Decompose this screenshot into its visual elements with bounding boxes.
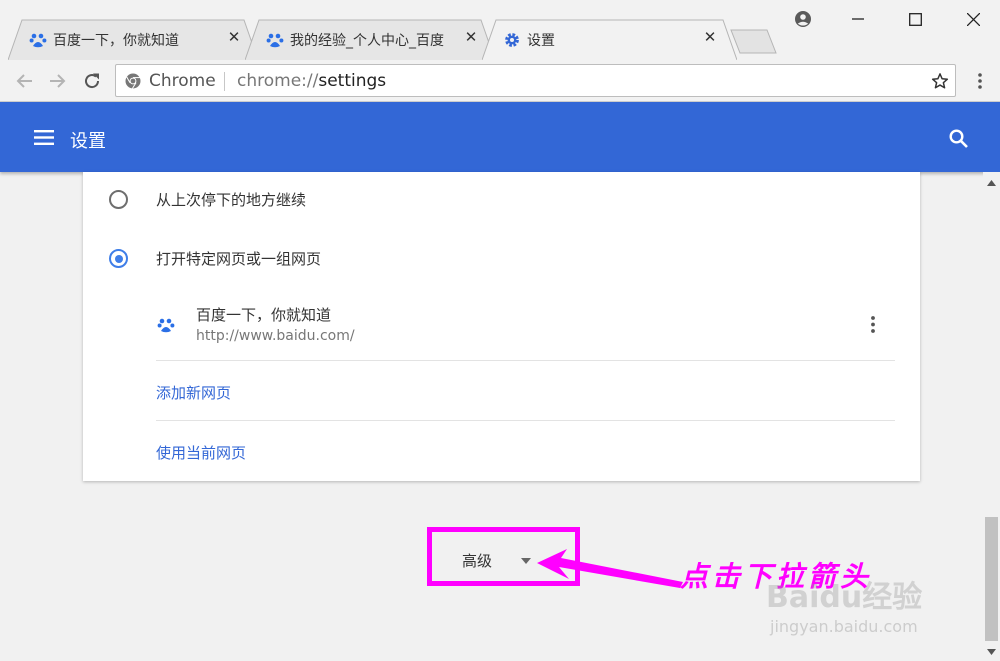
omnibox-chip-label: Chrome: [149, 71, 216, 91]
omnibox-url[interactable]: chrome://settings: [237, 71, 386, 91]
radio-continue[interactable]: [109, 190, 128, 209]
tab-baidu-home[interactable]: 百度一下，你就知道 ✕: [8, 19, 258, 60]
close-icon: [966, 12, 980, 26]
scrollbar-thumb[interactable]: [985, 517, 998, 641]
use-current-pages-link[interactable]: 使用当前网页: [156, 442, 246, 463]
chrome-logo-icon: [125, 73, 141, 89]
minimize-icon: [852, 18, 864, 20]
forward-button[interactable]: [44, 68, 72, 94]
reload-button[interactable]: [78, 68, 106, 94]
page-title: 设置: [70, 131, 106, 152]
scroll-up-arrow-icon[interactable]: [987, 180, 996, 186]
tab-title: 百度一下，你就知道: [53, 33, 179, 49]
hamburger-menu-icon[interactable]: [34, 130, 54, 145]
address-bar[interactable]: Chrome chrome://settings: [115, 64, 956, 97]
back-button[interactable]: [10, 68, 38, 94]
chrome-menu-button[interactable]: [966, 68, 994, 94]
omnibox-separator: [224, 72, 225, 91]
settings-header: 设置: [0, 102, 1000, 172]
url-scheme: chrome://: [237, 71, 319, 91]
radio-selected-dot: [114, 254, 123, 263]
baidu-paw-icon: [266, 33, 284, 48]
radio-specific-pages[interactable]: [109, 249, 128, 268]
annotation-arrow: [537, 549, 683, 588]
bookmark-star-icon[interactable]: [931, 72, 949, 90]
gear-icon: [505, 33, 519, 47]
reload-icon: [85, 73, 100, 89]
new-tab-button[interactable]: [730, 29, 778, 54]
radio-label-specific-pages: 打开特定网页或一组网页: [156, 250, 322, 268]
close-window-button[interactable]: [950, 0, 996, 38]
divider: [156, 420, 895, 421]
search-icon[interactable]: [949, 129, 968, 148]
title-bar: 百度一下，你就知道 ✕ 我的经验_个人中心_百度 ✕ 设置 ✕: [0, 0, 1000, 60]
baidu-paw-icon: [157, 318, 175, 333]
radio-label-continue: 从上次停下的地方继续: [156, 191, 307, 209]
kebab-menu-icon: [978, 73, 982, 89]
tab-my-experience[interactable]: 我的经验_个人中心_百度 ✕: [245, 19, 495, 60]
close-icon[interactable]: ✕: [702, 29, 718, 45]
baidu-watermark: Baidu经验: [766, 580, 923, 615]
url-host: settings: [318, 71, 387, 91]
account-circle-icon: [795, 11, 811, 27]
profile-button[interactable]: [780, 0, 826, 38]
tab-settings[interactable]: 设置 ✕: [482, 19, 737, 60]
divider: [156, 360, 895, 361]
back-arrow-icon: [16, 74, 32, 88]
scroll-down-arrow-icon[interactable]: [987, 649, 996, 655]
scrollbar[interactable]: [983, 172, 1000, 661]
tab-title: 我的经验_个人中心_百度: [290, 33, 444, 49]
forward-arrow-icon: [50, 74, 66, 88]
tab-title: 设置: [527, 33, 555, 49]
startup-page-title: 百度一下，你就知道: [196, 306, 332, 324]
baidu-paw-icon: [29, 33, 47, 48]
close-icon[interactable]: ✕: [463, 29, 479, 45]
baidu-watermark-url: jingyan.baidu.com: [770, 617, 918, 636]
page-entry-more-icon[interactable]: [871, 316, 875, 333]
add-new-page-link[interactable]: 添加新网页: [156, 382, 231, 403]
browser-toolbar: Chrome chrome://settings: [0, 60, 1000, 102]
close-icon[interactable]: ✕: [226, 29, 242, 45]
maximize-button[interactable]: [892, 0, 938, 38]
startup-settings-card: 从上次停下的地方继续 打开特定网页或一组网页 百度一下，你就知道 http://…: [83, 172, 920, 481]
startup-page-url: http://www.baidu.com/: [196, 328, 355, 344]
maximize-icon: [908, 12, 922, 26]
minimize-button[interactable]: [835, 0, 881, 38]
